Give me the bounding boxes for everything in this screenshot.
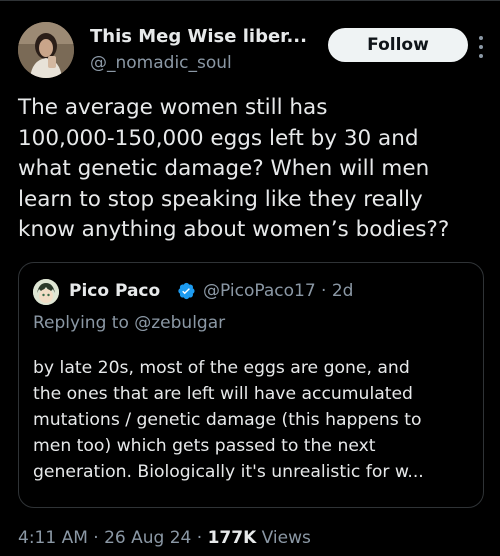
tweet-line: what genetic damage? When will men	[18, 156, 430, 181]
more-options-icon[interactable]	[473, 36, 489, 58]
quoted-line: men too) which gets passed to the next	[33, 436, 376, 456]
views-label: Views	[256, 528, 311, 548]
tweet-header: This Meg Wise liber... @_nomadic_soul Fo…	[18, 20, 488, 80]
quoted-author-avatar[interactable]	[33, 279, 59, 305]
tweet-line: know anything about women’s bodies??	[18, 217, 450, 242]
tweet-text: The average women still has 100,000-150,…	[18, 93, 488, 246]
quoted-line: mutations / genetic damage (this happens…	[33, 410, 422, 430]
quoted-line: the ones that are left will have accumul…	[33, 384, 413, 404]
author-avatar[interactable]	[18, 22, 74, 78]
tweet-meta: 4:11 AM · 26 Aug 24 · 177K Views	[18, 528, 311, 548]
quoted-author-name[interactable]: Pico Paco	[69, 281, 160, 301]
quoted-tweet-text: by late 20s, most of the eggs are gone, …	[33, 355, 473, 485]
replying-to-handle[interactable]: @zebulgar	[134, 313, 225, 333]
quoted-line: by late 20s, most of the eggs are gone, …	[33, 358, 410, 378]
quoted-author-handle-time[interactable]: @PicoPaco17 · 2d	[203, 281, 353, 301]
replying-to-prefix: Replying to	[33, 313, 135, 333]
tweet-line: learn to stop speaking like they really	[18, 186, 423, 212]
author-handle[interactable]: @_nomadic_soul	[90, 53, 232, 73]
views-count[interactable]: 177K	[208, 528, 257, 548]
replying-to: Replying to @zebulgar	[33, 313, 225, 333]
follow-button[interactable]: Follow	[328, 28, 468, 62]
tweet-line: 100,000-150,000 eggs left by 30 and	[18, 125, 419, 151]
tweet-line: The average women still has	[18, 95, 328, 120]
timestamp[interactable]: 4:11 AM · 26 Aug 24 ·	[18, 528, 208, 548]
quoted-tweet[interactable]: Pico Paco @PicoPaco17 · 2d Replying to @…	[18, 262, 484, 508]
top-divider	[0, 0, 500, 1]
verified-badge-icon	[178, 282, 195, 300]
quoted-line: generation. Biologically it's unrealisti…	[33, 462, 424, 482]
author-display-name[interactable]: This Meg Wise liber...	[90, 26, 307, 47]
